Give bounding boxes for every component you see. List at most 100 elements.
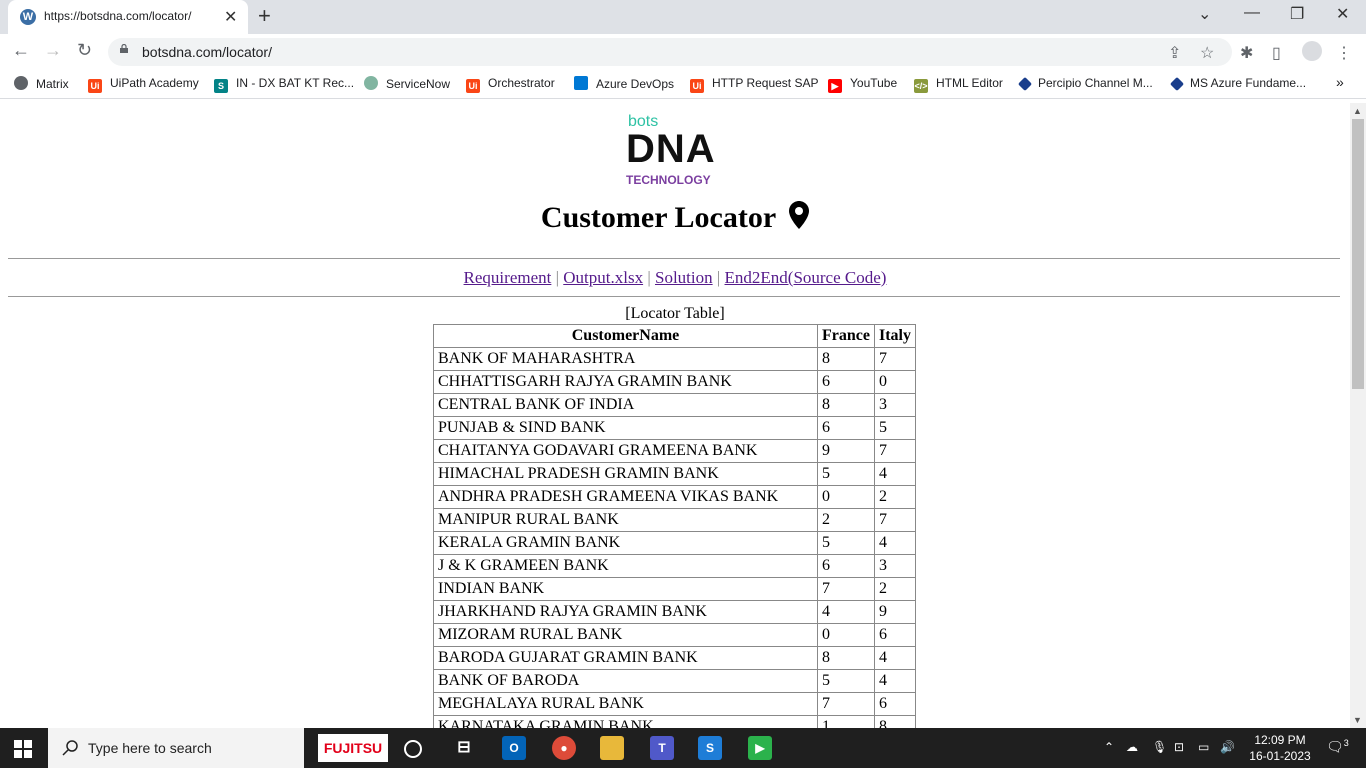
show-hidden-icons-icon[interactable]: ⌃ (1104, 740, 1114, 754)
customer-name-cell: MANIPUR RURAL BANK (433, 508, 818, 532)
customer-name-cell: BARODA GUJARAT GRAMIN BANK (433, 646, 818, 670)
table-row: CENTRAL BANK OF INDIA 8 3 (433, 393, 916, 417)
table-row: HIMACHAL PRADESH GRAMIN BANK 5 4 (433, 462, 916, 486)
table-row: BANK OF BARODA 5 4 (433, 669, 916, 693)
italy-cell: 2 (874, 485, 916, 509)
back-icon[interactable]: ← (12, 40, 30, 61)
fujitsu-logo[interactable]: FUJITSU (318, 734, 388, 762)
cortana-icon[interactable] (404, 740, 422, 758)
france-cell: 5 (817, 462, 875, 486)
reload-icon[interactable]: ↻ (77, 40, 92, 61)
clock-time: 12:09 PM (1254, 733, 1306, 747)
extensions-icon[interactable]: ✱ (1240, 43, 1253, 63)
uipath-studio-icon[interactable]: ▶ (748, 736, 772, 760)
share-icon[interactable]: ⇪ (1168, 43, 1181, 63)
table-header-row: CustomerName France Italy (433, 324, 916, 348)
bookmark-label: Orchestrator (488, 76, 555, 90)
table-row: MIZORAM RURAL BANK 0 6 (433, 623, 916, 647)
customer-name-cell: INDIAN BANK (433, 577, 818, 601)
bookmark-azure-devops[interactable]: Azure DevOps (574, 76, 674, 91)
tab-search-icon[interactable]: ⌄ (1198, 4, 1211, 24)
france-cell: 8 (817, 646, 875, 670)
address-bar[interactable]: botsdna.com/locator/ (108, 38, 1232, 66)
new-tab-icon[interactable]: + (258, 3, 271, 29)
file-explorer-icon[interactable] (600, 736, 624, 760)
lock-icon (120, 44, 128, 53)
scroll-up-icon[interactable]: ▲ (1353, 106, 1362, 116)
france-cell: 6 (817, 554, 875, 578)
locator-table: CustomerName France Italy BANK OF MAHARA… (433, 324, 916, 728)
browser-tab[interactable]: W https://botsdna.com/locator/ ✕ (8, 0, 248, 34)
page-title: Customer Locator (0, 201, 1350, 235)
italy-cell: 6 (874, 623, 916, 647)
chrome-icon[interactable]: ● (552, 736, 576, 760)
table-row: BANK OF MAHARASHTRA 8 7 (433, 347, 916, 371)
italy-cell: 8 (874, 715, 916, 728)
bookmark-star-icon[interactable]: ☆ (1200, 43, 1214, 63)
more-bookmarks-icon[interactable]: » (1336, 74, 1344, 90)
globe-icon (14, 76, 28, 90)
customer-name-cell: PUNJAB & SIND BANK (433, 416, 818, 440)
scroll-down-icon[interactable]: ▼ (1353, 715, 1362, 725)
system-clock[interactable]: 12:09 PM 16-01-2023 (1240, 732, 1320, 764)
volume-icon[interactable]: 🔊 (1220, 740, 1235, 754)
customer-name-cell: J & K GRAMEEN BANK (433, 554, 818, 578)
close-window-icon[interactable]: ✕ (1336, 4, 1349, 24)
bookmark-dx-bat[interactable]: S IN - DX BAT KT Rec... (214, 76, 354, 93)
outlook-icon[interactable]: O (502, 736, 526, 760)
column-header: Italy (874, 324, 916, 348)
france-cell: 5 (817, 531, 875, 555)
task-view-icon[interactable]: ⊟ (452, 736, 476, 760)
bookmark-orchestrator[interactable]: Ui Orchestrator (466, 76, 555, 93)
minimize-icon[interactable]: — (1244, 4, 1260, 22)
france-cell: 7 (817, 577, 875, 601)
italy-cell: 4 (874, 462, 916, 486)
microphone-icon[interactable]: 🎙 (1152, 740, 1167, 754)
restore-icon[interactable]: ❐ (1290, 4, 1304, 24)
column-header: CustomerName (433, 324, 818, 348)
bookmark-matrix[interactable]: Matrix (14, 76, 69, 91)
link-separator: | (647, 268, 651, 287)
profile-avatar-icon[interactable] (1302, 41, 1322, 61)
side-panel-icon[interactable]: ▯ (1272, 43, 1281, 63)
link-requirement[interactable]: Requirement (464, 268, 552, 287)
close-tab-icon[interactable]: ✕ (224, 7, 237, 27)
search-icon (62, 740, 78, 756)
italy-cell: 6 (874, 692, 916, 716)
table-row: JHARKHAND RAJYA GRAMIN BANK 4 9 (433, 600, 916, 624)
table-row: PUNJAB & SIND BANK 6 5 (433, 416, 916, 440)
battery-icon[interactable]: ▭ (1198, 740, 1209, 754)
bookmark-ms-azure[interactable]: MS Azure Fundame... (1169, 76, 1306, 92)
bookmark-youtube[interactable]: ▶ YouTube (828, 76, 897, 93)
customer-name-cell: KARNATAKA GRAMIN BANK (433, 715, 818, 728)
table-row: MEGHALAYA RURAL BANK 7 6 (433, 692, 916, 716)
taskbar-search-box[interactable]: Type here to search (48, 728, 304, 768)
link-end2end[interactable]: End2End(Source Code) (725, 268, 887, 287)
logo-dna: DNA (626, 127, 716, 171)
percipio-icon (1017, 76, 1033, 92)
bookmark-percipio[interactable]: Percipio Channel M... (1017, 76, 1153, 92)
teams-icon[interactable]: T (650, 736, 674, 760)
forward-icon[interactable]: → (44, 40, 62, 61)
bookmark-html-editor[interactable]: </> HTML Editor (914, 76, 1003, 93)
link-output-xlsx[interactable]: Output.xlsx (563, 268, 643, 287)
tab-strip: W https://botsdna.com/locator/ ✕ + ⌄ — ❐… (0, 0, 1366, 34)
scrollbar-thumb[interactable] (1352, 119, 1364, 389)
sametime-icon[interactable]: S (698, 736, 722, 760)
bookmark-servicenow[interactable]: ServiceNow (364, 76, 450, 91)
menu-kebab-icon[interactable]: ⋮ (1336, 43, 1352, 63)
network-icon[interactable]: ⊡ (1174, 740, 1184, 754)
search-placeholder: Type here to search (88, 740, 212, 756)
link-solution[interactable]: Solution (655, 268, 713, 287)
notification-icon[interactable]: 🗨3 (1326, 738, 1349, 756)
uipath-icon: Ui (466, 79, 480, 93)
france-cell: 5 (817, 669, 875, 693)
windows-start-icon[interactable] (14, 740, 32, 758)
onedrive-icon[interactable]: ☁ (1126, 740, 1138, 754)
page-scrollbar[interactable]: ▲ ▼ (1350, 103, 1366, 728)
tab-title: https://botsdna.com/locator/ (44, 9, 192, 23)
table-row: CHHATTISGARH RAJYA GRAMIN BANK 6 0 (433, 370, 916, 394)
bookmark-label: Azure DevOps (596, 77, 675, 91)
bookmark-http-request-sap[interactable]: Ui HTTP Request SAP (690, 76, 819, 93)
bookmark-uipath-academy[interactable]: Ui UiPath Academy (88, 76, 199, 93)
